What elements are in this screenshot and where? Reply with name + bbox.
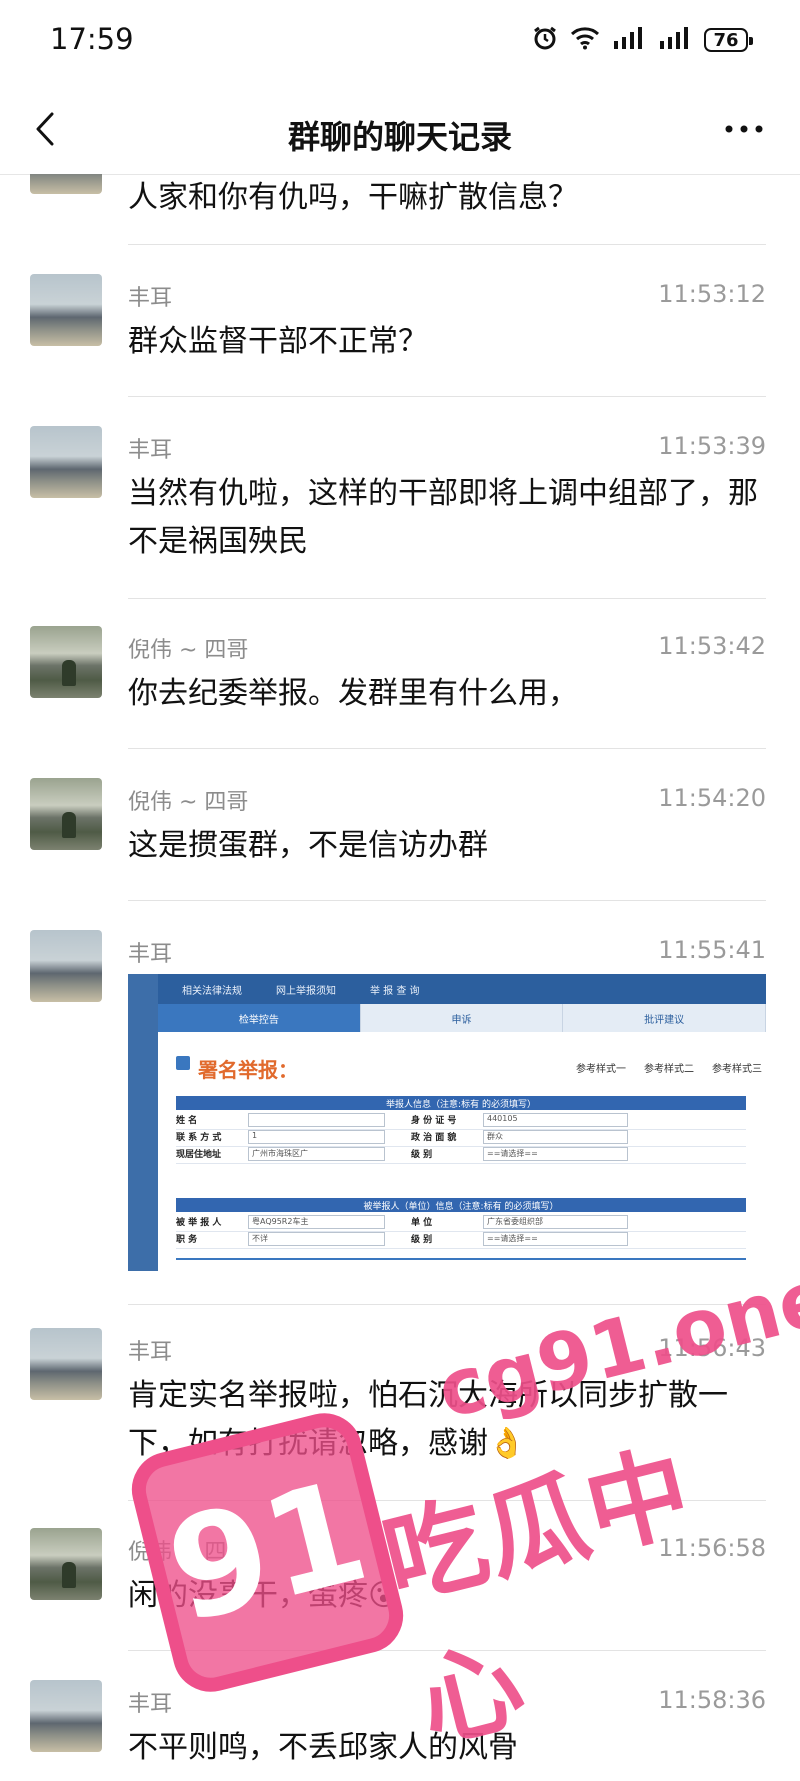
avatar[interactable]: [30, 1328, 102, 1400]
image-topbar-item: 举 报 查 询: [370, 985, 420, 997]
signal-icon: [612, 27, 646, 53]
image-form-label: 政 治 面 貌: [411, 1133, 457, 1143]
image-form-label: 联 系 方 式: [176, 1133, 222, 1143]
image-form-value: 不详: [248, 1232, 385, 1246]
image-form-value: ==请选择==: [483, 1147, 628, 1161]
image-form-label: 级 别: [411, 1150, 433, 1160]
divider: [128, 900, 766, 901]
image-section-header: 被举报人（单位）信息（注意:标有 的必须填写）: [176, 1198, 746, 1212]
image-form-label: 级 别: [411, 1235, 433, 1245]
sender-name: 丰耳: [128, 438, 173, 463]
image-form-row: 职 务 不详 级 别 ==请选择==: [176, 1232, 746, 1249]
image-attachment[interactable]: 相关法律法规 网上举报须知 举 报 查 询 检举控告 申诉 批评建议 署名举报：…: [128, 974, 766, 1271]
avatar[interactable]: [30, 274, 102, 346]
image-form-label: 单 位: [411, 1218, 433, 1228]
alarm-icon: [532, 25, 558, 55]
image-form-value: 群众: [483, 1130, 628, 1144]
more-options-button[interactable]: [716, 106, 772, 152]
image-form-row: 联 系 方 式 1 政 治 面 貌 群众: [176, 1130, 746, 1147]
image-form-value: 1: [248, 1130, 385, 1144]
image-topbar-item: 网上举报须知: [276, 985, 336, 997]
avatar[interactable]: [30, 1528, 102, 1600]
status-icons: 76: [532, 22, 753, 58]
image-form-value: 广东省委组织部: [483, 1215, 628, 1229]
avatar[interactable]: [30, 426, 102, 498]
image-form-label: 身 份 证 号: [411, 1116, 457, 1126]
message-text: 闲的没事干，蛋疼😮: [128, 1578, 400, 1613]
chat-history[interactable]: 人家和你有仇吗，干嘛扩散信息？ 丰耳 11:53:12 群众监督干部不正常？ 丰…: [0, 174, 800, 1781]
image-tab: 批评建议: [563, 1004, 766, 1032]
nav-bar: 群聊的聊天记录: [0, 84, 800, 175]
image-form-value: 广州市海珠区广: [248, 1147, 385, 1161]
image-tabs: 检举控告 申诉 批评建议: [158, 1004, 766, 1032]
sender-name: 丰耳: [128, 286, 173, 311]
image-form-label: 被 举 报 人: [176, 1218, 222, 1228]
image-section-header: 举报人信息（注意:标有 的必须填写）: [176, 1096, 746, 1110]
image-topbar-item: 相关法律法规: [182, 985, 242, 997]
avatar[interactable]: [30, 778, 102, 850]
wifi-icon: [570, 26, 600, 54]
image-refs: 参考样式一 参考样式二 参考样式三: [576, 1060, 762, 1075]
message-time: 11:56:58: [658, 1534, 766, 1562]
avatar[interactable]: [30, 174, 102, 194]
sender-name: 倪伟 ~ 四哥: [128, 638, 249, 663]
image-divider: [176, 1258, 746, 1260]
image-form-label: 现居住地址: [176, 1150, 222, 1160]
image-form-label: 职 务: [176, 1235, 198, 1245]
message-time: 11:54:20: [658, 784, 766, 812]
more-dots-icon: [725, 125, 763, 133]
image-form-title: 署名举报：: [198, 1058, 298, 1082]
sender-name: 倪伟 ~ 四哥: [128, 1540, 249, 1565]
message-time: 11:53:39: [658, 432, 766, 460]
battery-icon: 76: [704, 28, 753, 52]
page-title: 群聊的聊天记录: [287, 118, 512, 156]
divider: [128, 598, 766, 599]
sender-name: 丰耳: [128, 942, 173, 967]
divider: [128, 1304, 766, 1305]
image-ref-link: 参考样式一: [576, 1064, 626, 1075]
message-time: 11:56:43: [658, 1334, 766, 1362]
avatar[interactable]: [30, 1680, 102, 1752]
avatar[interactable]: [30, 930, 102, 1002]
image-ref-link: 参考样式三: [712, 1064, 762, 1075]
image-topbar: 相关法律法规 网上举报须知 举 报 查 询: [158, 974, 766, 1004]
status-bar: 17:59 76: [0, 0, 800, 84]
image-form-value: ==请选择==: [483, 1232, 628, 1246]
image-form-row: 被 举 报 人 粤AQ95R2车主 单 位 广东省委组织部: [176, 1215, 746, 1232]
image-tab: 申诉: [360, 1004, 564, 1032]
image-form-value: [248, 1113, 385, 1127]
signal-icon-2: [658, 27, 692, 53]
sender-name: 丰耳: [128, 1692, 173, 1717]
image-form-label: 姓 名: [176, 1116, 198, 1126]
message-text: 不平则鸣，不丢邱家人的风骨: [128, 1730, 518, 1765]
sender-name: 倪伟 ~ 四哥: [128, 790, 249, 815]
divider: [128, 748, 766, 749]
avatar[interactable]: [30, 626, 102, 698]
message-time: 11:53:12: [658, 280, 766, 308]
message-text: 群众监督干部不正常？: [128, 324, 428, 359]
image-form-value: 粤AQ95R2车主: [248, 1215, 385, 1229]
divider: [128, 1500, 766, 1501]
image-form-row: 姓 名 身 份 证 号 440105: [176, 1113, 746, 1130]
message-text: 当然有仇啦，这样的干部即将上调中组部了，那不是祸国殃民: [128, 476, 758, 559]
image-form-row: 现居住地址 广州市海珠区广 级 别 ==请选择==: [176, 1147, 746, 1164]
message-time: 11:58:36: [658, 1686, 766, 1714]
image-tab: 检举控告: [158, 1004, 361, 1032]
image-sidebar: [128, 974, 158, 1271]
divider: [128, 244, 766, 245]
sender-name: 丰耳: [128, 1340, 173, 1365]
form-title-icon: [176, 1056, 190, 1070]
message-text: 人家和你有仇吗，干嘛扩散信息？: [128, 180, 578, 215]
message-text: 你去纪委举报。发群里有什么用，: [128, 676, 578, 711]
status-time: 17:59: [50, 22, 134, 56]
message-text: 这是掼蛋群，不是信访办群: [128, 828, 488, 863]
image-ref-link: 参考样式二: [644, 1064, 694, 1075]
message-time: 11:55:41: [658, 936, 766, 964]
image-form-value: 440105: [483, 1113, 628, 1127]
divider: [128, 396, 766, 397]
message-time: 11:53:42: [658, 632, 766, 660]
message-text: 肯定实名举报啦，怕石沉大海所以同步扩散一下，如有打扰请忽略，感谢👌: [128, 1378, 728, 1461]
divider: [128, 1650, 766, 1651]
